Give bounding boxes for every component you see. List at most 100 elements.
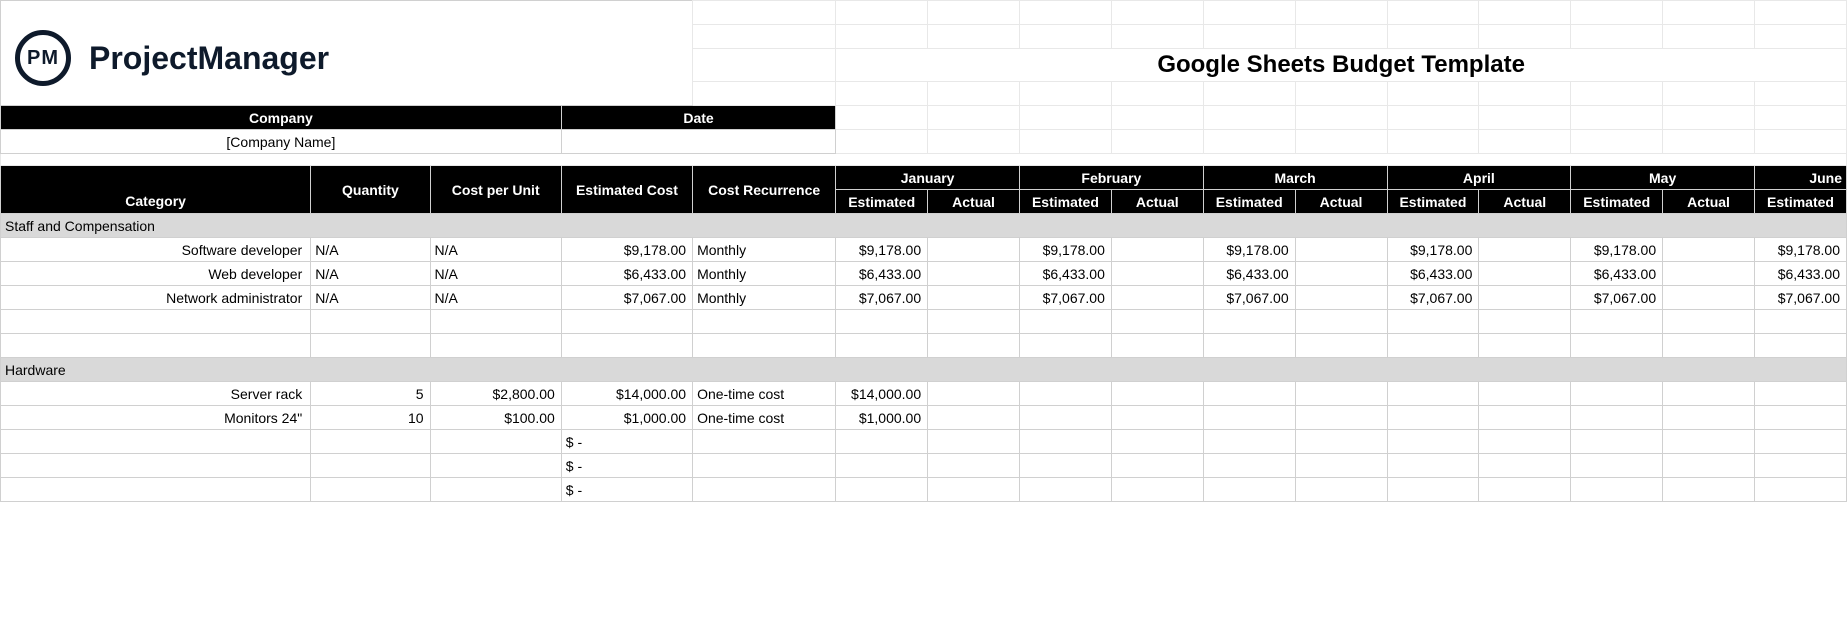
cell-quantity[interactable]: 10 — [311, 406, 430, 430]
cell-jun-est[interactable] — [1755, 310, 1847, 334]
cell-may-est[interactable] — [1571, 310, 1663, 334]
cell-feb-act[interactable] — [1111, 454, 1203, 478]
cell-recurrence[interactable] — [693, 430, 836, 454]
cell-apr-est[interactable]: $9,178.00 — [1387, 238, 1479, 262]
cell-recurrence[interactable]: One-time cost — [693, 406, 836, 430]
cell-may-act[interactable] — [1663, 406, 1755, 430]
cell-category[interactable] — [1, 454, 311, 478]
cell-jun-est[interactable] — [1755, 382, 1847, 406]
cell-mar-act[interactable] — [1295, 406, 1387, 430]
cell-jan-act[interactable] — [928, 454, 1020, 478]
cell-category[interactable]: Server rack — [1, 382, 311, 406]
cell-mar-est[interactable]: $6,433.00 — [1203, 262, 1295, 286]
cell-cost-per-unit[interactable] — [430, 454, 561, 478]
cell-may-est[interactable] — [1571, 478, 1663, 502]
cell-feb-act[interactable] — [1111, 238, 1203, 262]
cell-feb-act[interactable] — [1111, 334, 1203, 358]
cell-mar-act[interactable] — [1295, 478, 1387, 502]
cell-mar-est[interactable] — [1203, 406, 1295, 430]
cell-quantity[interactable] — [311, 430, 430, 454]
cell-jan-act[interactable] — [928, 430, 1020, 454]
cell-mar-est[interactable]: $9,178.00 — [1203, 238, 1295, 262]
cell-cost-per-unit[interactable]: N/A — [430, 262, 561, 286]
cell-mar-act[interactable] — [1295, 454, 1387, 478]
cell-mar-act[interactable] — [1295, 238, 1387, 262]
cell-apr-act[interactable] — [1479, 262, 1571, 286]
cell-quantity[interactable]: 5 — [311, 382, 430, 406]
cell-jun-est[interactable]: $6,433.00 — [1755, 262, 1847, 286]
cell-jan-est[interactable]: $9,178.00 — [836, 238, 928, 262]
cell-jan-est[interactable] — [836, 334, 928, 358]
cell-jan-act[interactable] — [928, 382, 1020, 406]
cell-may-act[interactable] — [1663, 286, 1755, 310]
cell-mar-act[interactable] — [1295, 382, 1387, 406]
cell-quantity[interactable]: N/A — [311, 262, 430, 286]
cell-feb-est[interactable] — [1020, 334, 1112, 358]
cell-may-act[interactable] — [1663, 310, 1755, 334]
cell-quantity[interactable] — [311, 334, 430, 358]
cell-recurrence[interactable]: One-time cost — [693, 382, 836, 406]
cell-may-est[interactable]: $6,433.00 — [1571, 262, 1663, 286]
cell-category[interactable]: Web developer — [1, 262, 311, 286]
cell-cost-per-unit[interactable]: $2,800.00 — [430, 382, 561, 406]
cell-feb-act[interactable] — [1111, 478, 1203, 502]
cell-apr-est[interactable]: $7,067.00 — [1387, 286, 1479, 310]
cell-mar-est[interactable] — [1203, 382, 1295, 406]
cell-jun-est[interactable]: $7,067.00 — [1755, 286, 1847, 310]
cell-feb-est[interactable]: $6,433.00 — [1020, 262, 1112, 286]
cell-apr-est[interactable] — [1387, 478, 1479, 502]
cell-jun-est[interactable] — [1755, 334, 1847, 358]
cell-recurrence[interactable] — [693, 478, 836, 502]
cell-apr-act[interactable] — [1479, 334, 1571, 358]
cell-cost-per-unit[interactable] — [430, 478, 561, 502]
cell-recurrence[interactable] — [693, 454, 836, 478]
company-name-cell[interactable]: [Company Name] — [1, 130, 562, 154]
cell-estimated-cost[interactable]: $6,433.00 — [561, 262, 692, 286]
cell-estimated-cost[interactable]: $ - — [561, 430, 692, 454]
cell-apr-act[interactable] — [1479, 430, 1571, 454]
cell-cost-per-unit[interactable] — [430, 334, 561, 358]
cell-feb-act[interactable] — [1111, 262, 1203, 286]
cell-recurrence[interactable]: Monthly — [693, 286, 836, 310]
date-cell[interactable] — [561, 130, 835, 154]
cell-mar-est[interactable] — [1203, 334, 1295, 358]
cell-feb-est[interactable]: $7,067.00 — [1020, 286, 1112, 310]
cell-apr-act[interactable] — [1479, 406, 1571, 430]
cell-feb-est[interactable] — [1020, 454, 1112, 478]
cell-cost-per-unit[interactable] — [430, 430, 561, 454]
cell-category[interactable] — [1, 478, 311, 502]
cell-estimated-cost[interactable] — [561, 310, 692, 334]
cell-feb-est[interactable] — [1020, 382, 1112, 406]
cell-category[interactable] — [1, 310, 311, 334]
cell-recurrence[interactable]: Monthly — [693, 238, 836, 262]
cell-quantity[interactable] — [311, 454, 430, 478]
cell-jun-est[interactable] — [1755, 454, 1847, 478]
cell-apr-act[interactable] — [1479, 310, 1571, 334]
cell-category[interactable]: Software developer — [1, 238, 311, 262]
cell-recurrence[interactable] — [693, 310, 836, 334]
cell-jun-est[interactable]: $9,178.00 — [1755, 238, 1847, 262]
cell-apr-est[interactable] — [1387, 310, 1479, 334]
cell-estimated-cost[interactable]: $1,000.00 — [561, 406, 692, 430]
cell-may-act[interactable] — [1663, 454, 1755, 478]
cell-jan-est[interactable]: $14,000.00 — [836, 382, 928, 406]
cell-feb-est[interactable] — [1020, 310, 1112, 334]
cell-recurrence[interactable] — [693, 334, 836, 358]
cell-apr-est[interactable]: $6,433.00 — [1387, 262, 1479, 286]
cell-jan-est[interactable] — [836, 478, 928, 502]
cell-estimated-cost[interactable]: $7,067.00 — [561, 286, 692, 310]
cell-estimated-cost[interactable]: $14,000.00 — [561, 382, 692, 406]
cell-feb-est[interactable]: $9,178.00 — [1020, 238, 1112, 262]
cell-apr-est[interactable] — [1387, 406, 1479, 430]
cell-may-est[interactable] — [1571, 382, 1663, 406]
cell-category[interactable] — [1, 430, 311, 454]
cell-may-act[interactable] — [1663, 262, 1755, 286]
cell-jan-est[interactable] — [836, 430, 928, 454]
cell-apr-est[interactable] — [1387, 334, 1479, 358]
cell-may-est[interactable]: $9,178.00 — [1571, 238, 1663, 262]
cell-mar-act[interactable] — [1295, 430, 1387, 454]
cell-cost-per-unit[interactable]: N/A — [430, 238, 561, 262]
cell-quantity[interactable]: N/A — [311, 238, 430, 262]
cell-jan-est[interactable] — [836, 454, 928, 478]
cell-jan-act[interactable] — [928, 478, 1020, 502]
